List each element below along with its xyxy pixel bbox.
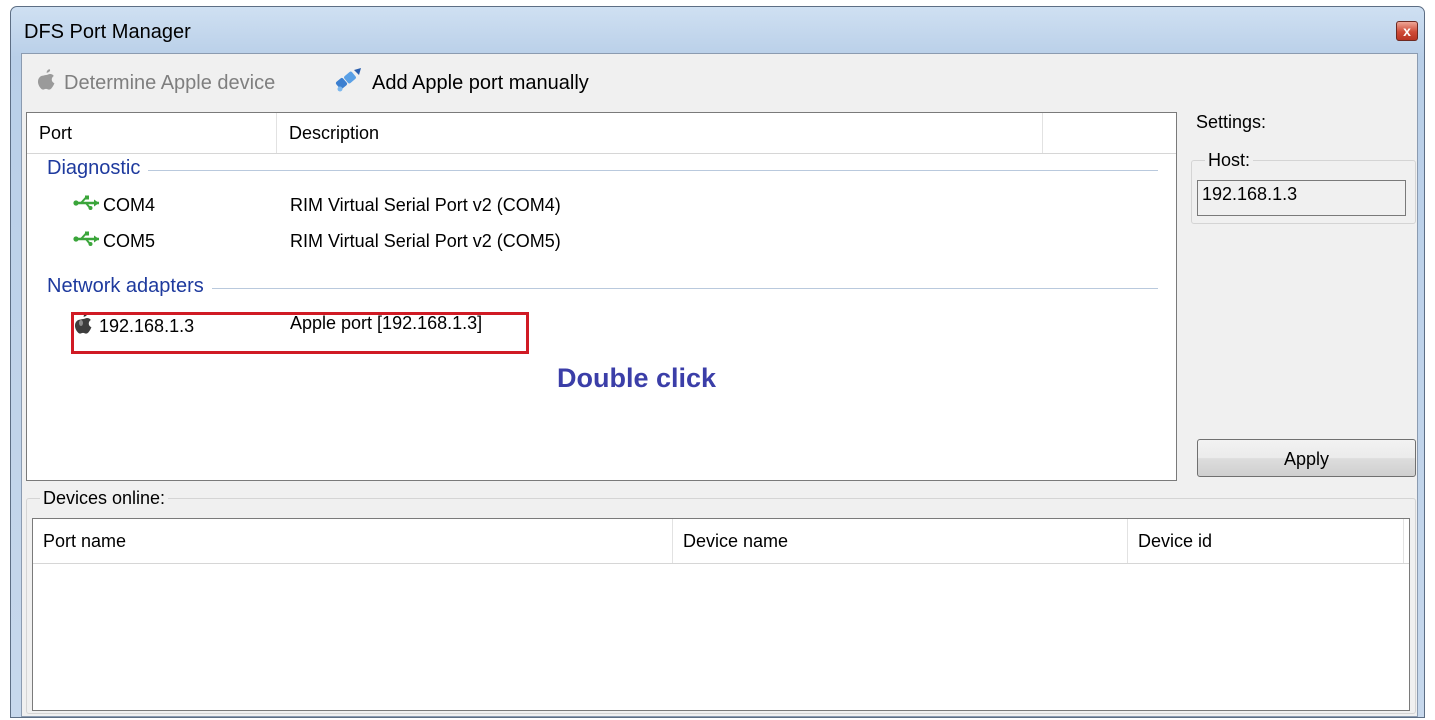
settings-label: Settings: [1196, 112, 1267, 132]
column-device-name[interactable]: Device name [673, 519, 1128, 563]
group-diagnostic[interactable]: Diagnostic [47, 157, 1158, 183]
usb-icon [73, 195, 103, 216]
column-empty[interactable] [1043, 113, 1176, 153]
port-row-com5[interactable]: COM5 RIM Virtual Serial Port v2 (COM5) [27, 227, 1176, 257]
port-list-header: Port Description [27, 113, 1176, 154]
dfs-port-manager-window: DFS Port Manager x Determine Apple devic… [10, 6, 1425, 718]
group-label: Network adapters [47, 275, 212, 298]
devices-table[interactable]: Port name Device name Device id [32, 518, 1410, 711]
group-label: Diagnostic [47, 157, 149, 180]
group-divider [47, 170, 1158, 171]
port-list[interactable]: Port Description Diagnostic COM4 RIM Vir… [26, 112, 1177, 481]
column-port[interactable]: Port [27, 113, 277, 153]
devices-online-label: Devices online: [40, 488, 169, 509]
apple-icon [36, 69, 56, 97]
window-client-area: Determine Apple device Add Apple port ma… [21, 53, 1418, 717]
usb-icon [73, 231, 103, 252]
port-description: RIM Virtual Serial Port v2 (COM5) [290, 231, 561, 251]
column-device-id[interactable]: Device id [1128, 519, 1404, 563]
host-label: Host: [1205, 150, 1254, 171]
port-row-com4[interactable]: COM4 RIM Virtual Serial Port v2 (COM4) [27, 191, 1176, 221]
close-button[interactable]: x [1396, 21, 1418, 41]
window-title: DFS Port Manager [24, 21, 191, 43]
add-apple-port-label: Add Apple port manually [372, 71, 589, 94]
highlight-box [71, 312, 529, 354]
port-cell: COM4 [73, 195, 155, 216]
devices-table-header: Port name Device name Device id [33, 519, 1409, 564]
add-apple-port-button[interactable]: Add Apple port manually [334, 67, 589, 99]
port-name: COM5 [103, 231, 156, 251]
group-network-adapters[interactable]: Network adapters [47, 275, 1158, 301]
port-cell: COM5 [73, 231, 155, 252]
toolbar: Determine Apple device Add Apple port ma… [22, 54, 1417, 110]
host-field[interactable]: 192.168.1.3 [1197, 180, 1406, 216]
group-divider [47, 288, 1158, 289]
title-bar[interactable]: DFS Port Manager x [11, 7, 1424, 53]
column-description[interactable]: Description [277, 113, 1043, 153]
column-port-name[interactable]: Port name [33, 519, 673, 563]
apply-button[interactable]: Apply [1197, 439, 1416, 477]
determine-apple-device-label: Determine Apple device [64, 71, 276, 94]
add-port-icon [334, 67, 364, 99]
double-click-annotation: Double click [557, 363, 717, 393]
determine-apple-device-button[interactable]: Determine Apple device [36, 69, 276, 97]
port-name: COM4 [103, 195, 156, 215]
port-description: RIM Virtual Serial Port v2 (COM4) [290, 195, 561, 215]
